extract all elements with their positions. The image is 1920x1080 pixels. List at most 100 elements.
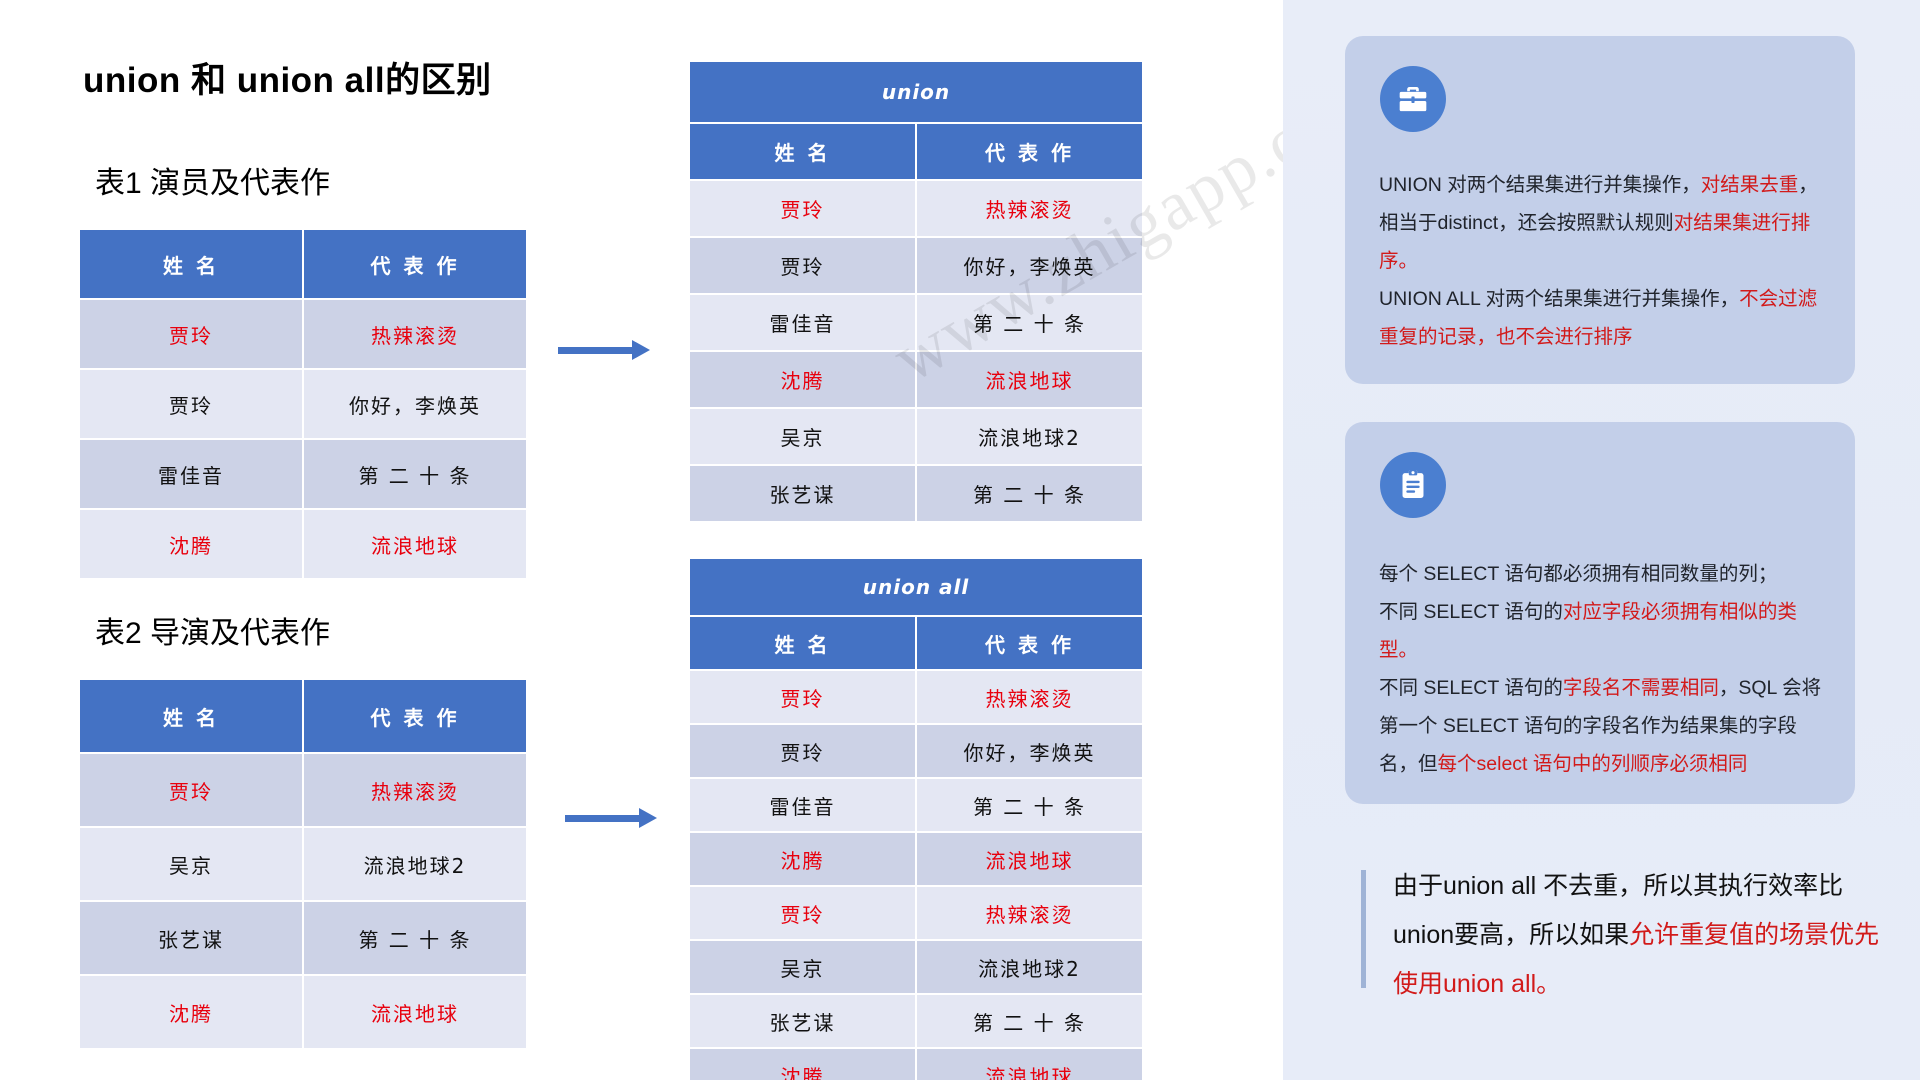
cell-work: 流浪地球2 [304, 828, 526, 900]
table-row: 沈腾 流浪地球 [80, 510, 526, 578]
cell-name: 贾玲 [690, 238, 915, 293]
cell-work: 流浪地球 [917, 833, 1142, 885]
table2-caption: 表2 导演及代表作 [95, 617, 331, 650]
text-segment: 每个 SELECT 语句都必须拥有相同数量的列； [1379, 563, 1778, 585]
cell-text: 热辣滚烫 [371, 779, 459, 804]
arrow-head [639, 808, 657, 828]
table1-caption: 表1 演员及代表作 [95, 167, 331, 200]
text-segment: 字段名不需要相同 [1562, 677, 1719, 699]
text-segment: 不同 SELECT 语句的 [1379, 601, 1563, 623]
cell-name: 沈腾 [690, 352, 915, 407]
table-header-row: 姓 名代 表 作 [690, 124, 1142, 179]
table-row: 沈腾 流浪地球 [80, 976, 526, 1048]
cell-work: 第 二 十 条 [917, 995, 1142, 1047]
text-segment: UNION 对两个结果集进行并集操作， [1379, 174, 1701, 196]
cell-work: 流浪地球 [917, 352, 1142, 407]
cell-work: 你好，李焕英 [917, 725, 1142, 777]
cell-text: 张艺谋 [769, 483, 836, 507]
table-header-row: 姓 名代 表 作 [80, 230, 526, 298]
table-row: 贾玲 热辣滚烫 [80, 300, 526, 368]
page-title: union 和 union all的区别 [83, 61, 492, 100]
table-row: 贾玲 热辣滚烫 [690, 671, 1142, 723]
cell-work: 你好，李焕英 [304, 370, 526, 438]
text-segment: 不同 SELECT 语句的 [1379, 677, 1563, 699]
table-row: 雷佳音 第 二 十 条 [690, 779, 1142, 831]
right-panel: UNION 对两个结果集进行并集操作，对结果去重，相当于distinct，还会按… [1283, 0, 1920, 1080]
cell-text: 你好，李焕英 [349, 393, 481, 418]
cell-text: 贾玲 [780, 198, 825, 222]
text-segment: UNION ALL 对两个结果集进行并集操作， [1379, 288, 1740, 310]
cell-text: 流浪地球 [985, 1064, 1074, 1080]
cell-work: 流浪地球 [304, 976, 526, 1048]
cell-work: 流浪地球2 [917, 941, 1142, 993]
table-union-all-result: union all 姓 名代 表 作贾玲 热辣滚烫 贾玲 你好，李焕英 雷佳音第 二 十 … [688, 557, 1144, 1080]
info-card-select-rules: 每个 SELECT 语句都必须拥有相同数量的列； 不同 SELECT 语句的对应字… [1345, 422, 1855, 804]
cell-work: 第 二 十 条 [304, 440, 526, 508]
cell-text: 流浪地球2 [978, 426, 1081, 450]
column-header-work: 代 表 作 [917, 617, 1142, 669]
cell-text: 沈腾 [780, 369, 825, 393]
cell-text: 雷佳音 [769, 312, 836, 336]
cell-text: 热辣滚烫 [985, 198, 1074, 222]
arrow-head [632, 340, 650, 360]
cell-text: 第 二 十 条 [972, 794, 1087, 819]
cell-work: 热辣滚烫 [917, 671, 1142, 723]
conclusion-accent-bar [1361, 870, 1366, 988]
cell-work: 第 二 十 条 [917, 295, 1142, 350]
cell-text: 吴京 [169, 853, 213, 878]
table-row: 沈腾 流浪地球 [690, 833, 1142, 885]
cell-text: 贾玲 [780, 686, 825, 711]
cell-text: 第 二 十 条 [972, 483, 1087, 507]
table-title-cell: union [690, 62, 1142, 122]
arrow-table1-to-union [558, 340, 654, 360]
cell-text: 流浪地球 [371, 1001, 459, 1026]
cell-name: 张艺谋 [80, 902, 302, 974]
cell-work: 流浪地球 [917, 1049, 1142, 1080]
cell-text: 你好，李焕英 [963, 255, 1096, 279]
column-header-name: 姓 名 [80, 680, 302, 752]
column-header-name: 姓 名 [690, 617, 915, 669]
cell-text: 贾玲 [169, 779, 213, 804]
cell-text: 张艺谋 [769, 1010, 836, 1035]
cell-text: 第 二 十 条 [358, 927, 472, 952]
cell-work: 流浪地球 [304, 510, 526, 578]
cell-name: 雷佳音 [80, 440, 302, 508]
conclusion-text: 由于union all 不去重，所以其执行效率比union要高，所以如果允许重复… [1393, 862, 1881, 1009]
cell-text: 第 二 十 条 [972, 312, 1087, 336]
table-row: 吴京 流浪地球2 [690, 409, 1142, 464]
cell-work: 热辣滚烫 [917, 181, 1142, 236]
cell-text: 流浪地球2 [363, 853, 467, 878]
cell-text: 沈腾 [169, 533, 213, 558]
cell-text: 流浪地球 [371, 533, 459, 558]
cell-work: 第 二 十 条 [917, 466, 1142, 521]
cell-name: 贾玲 [690, 181, 915, 236]
cell-name: 沈腾 [690, 1049, 915, 1080]
cell-text: 流浪地球 [985, 369, 1074, 393]
cell-name: 贾玲 [690, 887, 915, 939]
table-row: 张艺谋 第 二 十 条 [690, 995, 1142, 1047]
cell-text: 吴京 [780, 426, 825, 450]
briefcase-icon [1380, 66, 1446, 132]
table-row: 沈腾 流浪地球 [690, 352, 1142, 407]
table-row: 雷佳音 第 二 十 条 [690, 295, 1142, 350]
table-header-row: 姓 名代 表 作 [80, 680, 526, 752]
cell-text: 张艺谋 [158, 927, 224, 952]
left-canvas: union 和 union all的区别 表1 演员及代表作 表2 导演及代表作… [0, 0, 1399, 1080]
info-card-union: UNION 对两个结果集进行并集操作，对结果去重，相当于distinct，还会按… [1345, 36, 1855, 384]
cell-name: 吴京 [690, 409, 915, 464]
cell-text: 吴京 [780, 956, 825, 981]
cell-work: 热辣滚烫 [304, 754, 526, 826]
cell-text: 雷佳音 [158, 463, 224, 488]
cell-text: 热辣滚烫 [371, 323, 459, 348]
arrow-shaft [558, 347, 634, 354]
table-header-row: 姓 名代 表 作 [690, 617, 1142, 669]
cell-text: 贾玲 [780, 740, 825, 765]
arrow-table2-to-union-all [565, 808, 661, 828]
table-row: 吴京 流浪地球2 [80, 828, 526, 900]
cell-name: 雷佳音 [690, 295, 915, 350]
cell-text: 雷佳音 [769, 794, 836, 819]
cell-name: 吴京 [80, 828, 302, 900]
cell-text: 第 二 十 条 [972, 1010, 1087, 1035]
cell-text: 沈腾 [169, 1001, 213, 1026]
card-union-text: UNION 对两个结果集进行并集操作，对结果去重，相当于distinct，还会按… [1379, 166, 1835, 356]
